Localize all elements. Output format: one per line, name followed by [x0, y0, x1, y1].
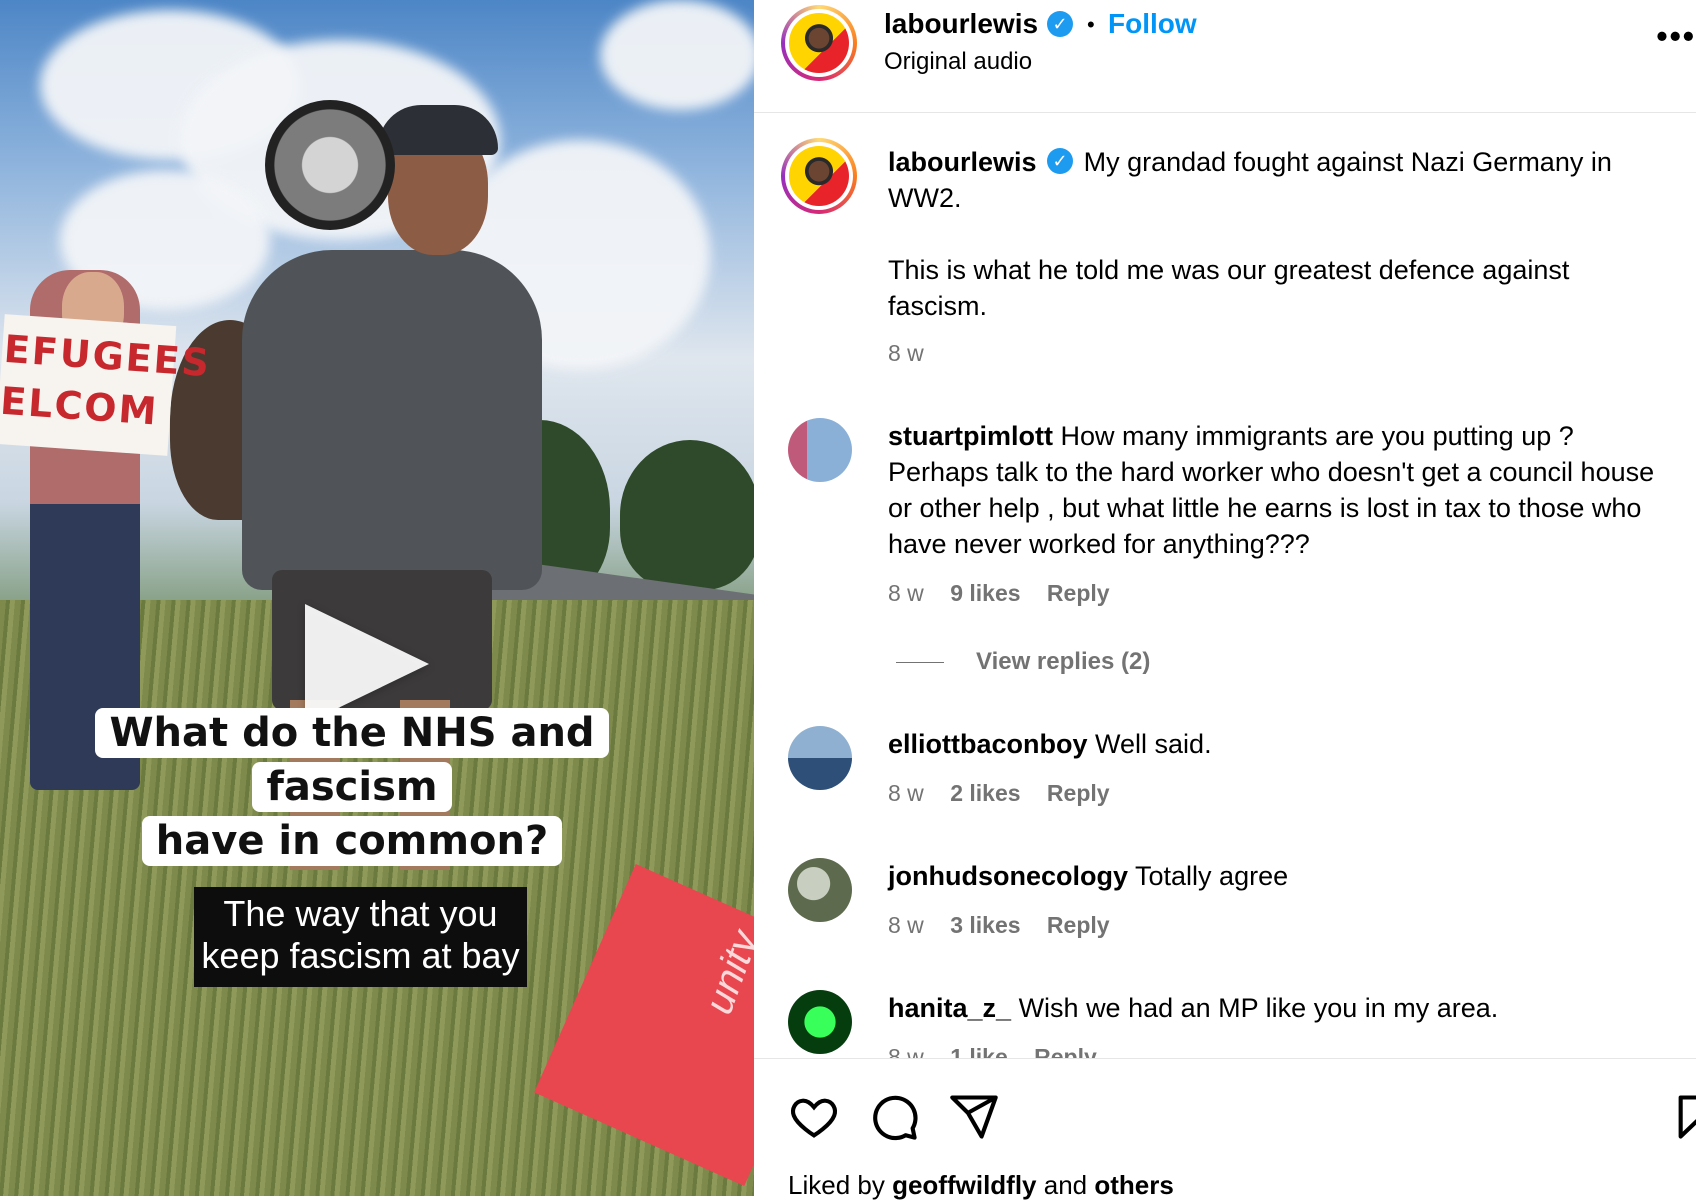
comment-avatar[interactable]: [788, 858, 852, 922]
reply-button[interactable]: Reply: [1047, 780, 1110, 806]
tree: [620, 440, 754, 590]
view-replies-label[interactable]: View replies (2): [976, 648, 1150, 675]
post-panel: labourlewis ✓ • Follow Original audio ••…: [754, 0, 1696, 1200]
audio-link[interactable]: Original audio: [884, 48, 1032, 76]
author-username[interactable]: labourlewis: [884, 8, 1038, 40]
video-caption-line1: What do the NHS and fascism: [95, 708, 609, 812]
caption-meta: 8 w: [888, 340, 944, 367]
refugees-sign-text: EFUGEES ELCOM: [0, 326, 213, 434]
speaker-torso: [242, 250, 542, 590]
follow-button[interactable]: Follow: [1108, 8, 1197, 40]
comment-meta: 8 w 2 likes Reply: [888, 780, 1130, 807]
caption-time: 8 w: [888, 340, 924, 366]
caption-text: labourlewis ✓ My grandad fought against …: [888, 144, 1668, 324]
comment-body: Totally agree: [1135, 861, 1289, 891]
comment-body: Wish we had an MP like you in my area.: [1018, 993, 1499, 1023]
comment-avatar[interactable]: [788, 990, 852, 1054]
verified-icon: ✓: [1047, 147, 1074, 174]
video-player[interactable]: EFUGEES ELCOM unity What do the NHS and …: [0, 0, 754, 1196]
view-replies-button[interactable]: View replies (2): [896, 648, 1150, 676]
reply-button[interactable]: Reply: [1034, 1044, 1097, 1058]
video-subtitle-line2: keep fascism at bay: [201, 935, 520, 976]
separator-dot: •: [1087, 12, 1095, 37]
liked-by: Liked by geoffwildfly and others: [788, 1170, 1174, 1201]
post-header: labourlewis ✓ • Follow Original audio ••…: [754, 0, 1696, 113]
caption-line2: This is what he told me was our greatest…: [888, 255, 1570, 321]
cloud: [600, 0, 754, 110]
caption-username[interactable]: labourlewis: [888, 147, 1037, 177]
comment-text: stuartpimlott How many immigrants are yo…: [888, 418, 1668, 562]
comment-likes[interactable]: 3 likes: [950, 912, 1020, 938]
comment-time: 8 w: [888, 580, 924, 606]
comment-text: jonhudsonecology Totally agree: [888, 858, 1668, 894]
video-caption: What do the NHS and fascism have in comm…: [12, 706, 692, 868]
comment-time: 8 w: [888, 912, 924, 938]
verified-icon: ✓: [1047, 11, 1073, 37]
comment-username[interactable]: stuartpimlott: [888, 421, 1053, 451]
replies-line: [896, 662, 944, 664]
comment-likes[interactable]: 9 likes: [950, 580, 1020, 606]
comment-avatar[interactable]: [788, 418, 852, 482]
comment-meta: 8 w 3 likes Reply: [888, 912, 1130, 939]
caption-avatar[interactable]: [781, 138, 857, 214]
comment-meta: 8 w 1 like Reply: [888, 1044, 1117, 1058]
comment-text: hanita_z_ Wish we had an MP like you in …: [888, 990, 1668, 1026]
reply-button[interactable]: Reply: [1047, 912, 1110, 938]
video-subtitle: The way that you keep fascism at bay: [194, 887, 527, 987]
video-subtitle-line1: The way that you: [223, 893, 498, 934]
comment-time: 8 w: [888, 1044, 924, 1058]
more-icon[interactable]: •••: [1656, 18, 1696, 55]
comment-body: Well said.: [1095, 729, 1212, 759]
comment-username[interactable]: hanita_z_: [888, 993, 1011, 1023]
comments-list[interactable]: labourlewis ✓ My grandad fought against …: [754, 112, 1696, 1058]
author-avatar[interactable]: [781, 5, 857, 81]
comment-avatar[interactable]: [788, 726, 852, 790]
comment-likes[interactable]: 1 like: [950, 1044, 1008, 1058]
comment-meta: 8 w 9 likes Reply: [888, 580, 1130, 607]
comment-username[interactable]: elliottbaconboy: [888, 729, 1088, 759]
comment-likes[interactable]: 2 likes: [950, 780, 1020, 806]
heart-icon[interactable]: [788, 1091, 840, 1143]
megaphone: [265, 100, 395, 230]
reply-button[interactable]: Reply: [1047, 580, 1110, 606]
comment-icon[interactable]: [868, 1091, 920, 1143]
comment-text: elliottbaconboy Well said.: [888, 726, 1668, 762]
comment-username[interactable]: jonhudsonecology: [888, 861, 1128, 891]
share-icon[interactable]: [948, 1091, 1000, 1143]
comment-time: 8 w: [888, 780, 924, 806]
bookmark-icon[interactable]: [1672, 1091, 1696, 1143]
speaker-cap: [378, 105, 498, 155]
video-caption-line2: have in common?: [141, 816, 563, 866]
